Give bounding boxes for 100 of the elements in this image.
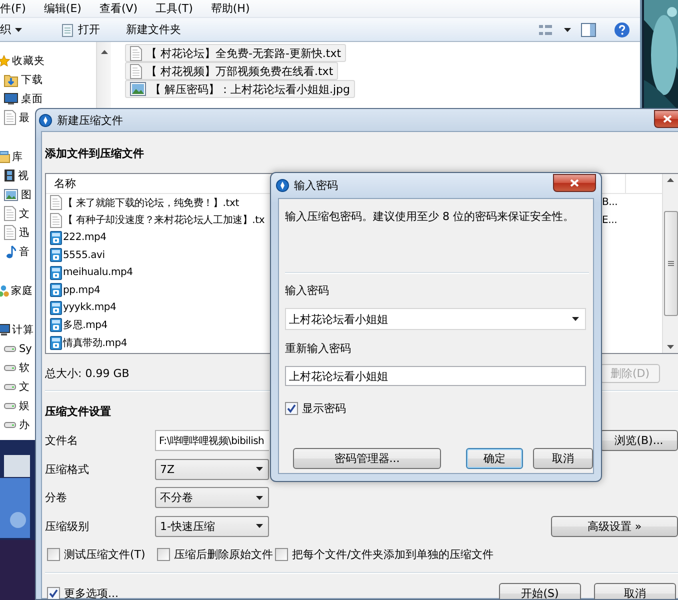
file-name[interactable]: pp.mp4 (63, 284, 100, 296)
view-button[interactable] (539, 24, 571, 36)
field-label: 分卷 (45, 490, 68, 505)
button[interactable]: 浏览(B)... (600, 430, 678, 451)
menu-item[interactable]: 件(F) (0, 1, 35, 16)
new-folder-button[interactable]: 新建文件夹 (120, 20, 187, 40)
nav-item[interactable]: 家庭 (11, 284, 33, 298)
scrollbar[interactable] (662, 174, 678, 353)
file-item[interactable]: 【 村花论坛】全免费-无套路-更新快.txt (125, 44, 346, 62)
menu-item[interactable]: 工具(T) (146, 1, 202, 16)
nav-item[interactable]: 办 (19, 418, 30, 432)
document-icon (4, 206, 16, 221)
nav-item[interactable]: 文 (19, 206, 30, 220)
drive-icon (4, 420, 16, 428)
up-arrow-icon (100, 50, 108, 54)
drive-icon (4, 344, 16, 352)
scrollbar[interactable] (96, 42, 111, 108)
library-icon (0, 150, 10, 162)
checkbox-label: 显示密码 (302, 400, 346, 416)
nav-item[interactable]: 最 (19, 110, 30, 124)
video-file-icon (50, 336, 62, 350)
nav-item[interactable]: 软 (19, 360, 30, 374)
dropdown[interactable]: 1-快速压缩 (155, 516, 269, 536)
window-title: 新建压缩文件 (57, 112, 123, 128)
checkbox[interactable] (285, 402, 298, 414)
nav-item[interactable]: 库 (12, 150, 23, 164)
notepad-icon (60, 22, 74, 36)
field-label: 重新输入密码 (285, 341, 351, 357)
button[interactable]: 密码管理器... (293, 448, 441, 469)
app-icon (276, 179, 289, 192)
file-item[interactable]: 【 解压密码】：上村花论坛看小姐姐.jpg (125, 80, 356, 98)
caret-icon (572, 317, 579, 321)
image-icon (130, 82, 146, 96)
table-cell: E... (602, 214, 618, 226)
password-combo[interactable]: 上村花论坛看小姐姐 (285, 308, 586, 330)
monitor-icon (4, 92, 18, 104)
file-name[interactable]: 222.mp4 (63, 232, 106, 244)
help-icon (614, 22, 630, 38)
nav-item[interactable]: 娱 (19, 398, 30, 412)
button[interactable]: 确定 (466, 448, 523, 469)
file-name[interactable]: yyykk.mp4 (63, 302, 116, 314)
nav-item[interactable]: 音 (19, 244, 30, 258)
document-icon (4, 110, 16, 125)
checkbox[interactable] (47, 548, 60, 560)
button[interactable]: 开始(S) (499, 583, 581, 599)
checkbox[interactable] (275, 548, 288, 560)
caret-icon (256, 524, 263, 528)
button[interactable]: 取消 (594, 583, 676, 599)
instruction-text: 输入压缩包密码。建议使用至少 8 位的密码来保证安全性。 (285, 209, 574, 225)
nav-item[interactable]: 收藏夹 (12, 54, 45, 68)
file-name[interactable]: 【 有种子却没速度？来村花论坛人工加速】.tx (63, 213, 265, 228)
menu-item[interactable]: 编辑(E) (34, 1, 90, 16)
nav-item[interactable]: 桌面 (21, 92, 43, 106)
nav-item[interactable]: 计算 (12, 322, 34, 336)
image-icon (4, 188, 18, 200)
field-label: 输入密码 (285, 283, 329, 299)
nav-item[interactable]: 迅 (19, 226, 30, 240)
organize-button[interactable]: 织 (0, 20, 28, 40)
close-button[interactable] (553, 174, 596, 192)
file-name[interactable]: 情真带劲.mp4 (63, 336, 128, 350)
nav-item[interactable]: 视 (18, 168, 29, 182)
open-button[interactable]: 打开 (54, 20, 106, 40)
checkbox[interactable] (157, 548, 170, 560)
document-icon (50, 212, 62, 228)
input-field[interactable]: 上村花论坛看小姐姐 (285, 366, 586, 386)
caret-icon (256, 467, 263, 471)
monitor-icon (0, 324, 10, 336)
video-file-icon (50, 248, 62, 262)
dropdown[interactable]: 7Z (155, 458, 269, 480)
nav-item[interactable]: 文 (19, 380, 30, 394)
checkbox-label: 把每个文件/文件夹添加到单独的压缩文件 (292, 546, 494, 562)
column-header[interactable]: 名称 (54, 176, 76, 191)
view-options-icon (539, 24, 552, 36)
document-icon (130, 46, 142, 60)
field-label: 文件名 (45, 433, 79, 448)
nav-item[interactable]: Sy (19, 342, 32, 354)
file-name[interactable]: 多恩.mp4 (63, 318, 108, 332)
nav-item[interactable]: 图 (21, 188, 32, 202)
file-name[interactable]: 5555.avi (63, 250, 105, 261)
nav-item[interactable]: 下载 (21, 72, 43, 86)
file-name[interactable]: 【 来了就能下载的论坛，纯免费！】.txt (63, 196, 239, 210)
button[interactable]: 高级设置 » (551, 516, 678, 536)
star-icon (0, 54, 10, 66)
table-cell: B... (602, 197, 618, 208)
field-label: 压缩格式 (45, 462, 90, 476)
up-arrow-icon (667, 178, 674, 182)
button[interactable]: 取消 (533, 448, 593, 469)
caret-icon (564, 28, 571, 32)
network-icon (0, 284, 9, 296)
menu-item[interactable]: 查看(V) (90, 1, 147, 16)
video-file-icon (50, 283, 62, 298)
input-field[interactable]: F:\哔哩哔哩视频\bibilish (155, 430, 269, 451)
checkbox[interactable] (47, 587, 60, 599)
menu-item[interactable]: 帮助(H) (202, 1, 259, 16)
dropdown[interactable]: 不分卷 (155, 487, 269, 508)
video-file-icon (50, 300, 62, 315)
file-item[interactable]: 【 村花视频】万部视频免费在线看.txt (125, 62, 338, 80)
app-icon (39, 114, 52, 126)
file-name[interactable]: meihualu.mp4 (63, 267, 133, 278)
close-button[interactable] (654, 110, 678, 128)
